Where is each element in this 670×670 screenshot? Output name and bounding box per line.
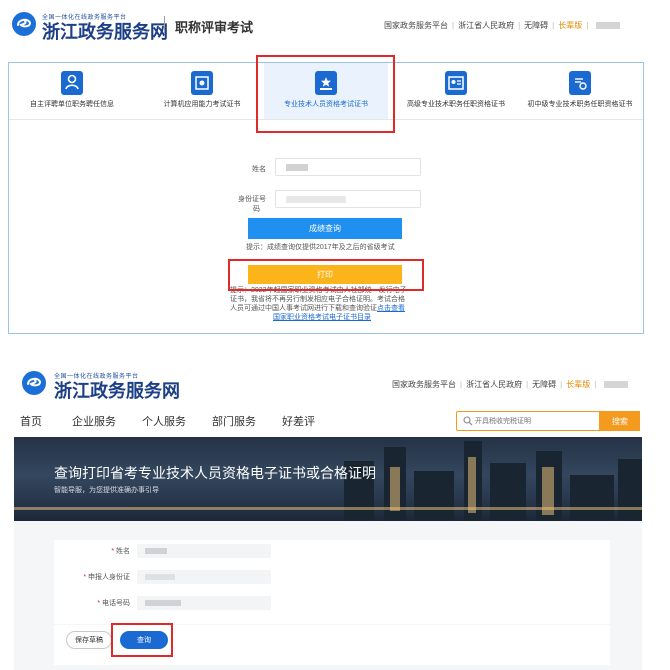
phone-label-text: 电话号码 — [102, 600, 130, 607]
banner-subtitle: 智能导服，为您提供准确办事引导 — [54, 487, 159, 494]
banner-title: 查询打印省考专业技术人员资格电子证书或合格证明 — [54, 465, 376, 481]
category-computer-cert[interactable]: 计算机应用能力考试证书 — [147, 63, 257, 119]
tip-line-4: 国家职业资格考试电子证书目录 — [273, 314, 371, 322]
name-label-text: 姓名 — [116, 548, 130, 555]
top-links: 国家政务服务平台 | 浙江省人民政府 | 无障碍 | 长辈版 | — [392, 379, 629, 390]
id-number-input[interactable] — [275, 190, 421, 208]
nav-feedback[interactable]: 好差评 — [282, 413, 315, 429]
blurred-phone — [145, 600, 181, 606]
link-provincial-government[interactable]: 浙江省人民政府 — [466, 379, 522, 390]
link-elder-mode[interactable]: 长辈版 — [566, 379, 590, 390]
name-input[interactable] — [275, 158, 421, 176]
screenshot-professional-title-exam: 全国一体化在线政务服务平台 浙江政务服务网 职称评审考试 国家政务服务平台 | … — [0, 0, 670, 335]
brand-name[interactable]: 浙江政务服务网 — [54, 377, 180, 403]
divider: | — [594, 380, 597, 389]
page-subtitle: 职称评审考试 — [175, 20, 254, 35]
page-banner: 查询打印省考专业技术人员资格电子证书或合格证明 智能导服，为您提供准确办事引导 — [14, 437, 642, 521]
id-label: * 申报人身份证 — [62, 572, 130, 582]
link-national-platform[interactable]: 国家政务服务平台 — [384, 20, 448, 31]
print-button[interactable]: 打印 — [248, 265, 402, 284]
banner-lights — [468, 457, 476, 513]
score-query-button[interactable]: 成绩查询 — [248, 218, 402, 239]
category-professional-cert[interactable]: 专业技术人员资格考试证书 — [264, 63, 388, 119]
link-national-platform[interactable]: 国家政务服务平台 — [392, 379, 456, 390]
divider: | — [526, 380, 529, 389]
save-draft-button[interactable]: 保存草稿 — [66, 631, 112, 649]
divider: | — [552, 21, 555, 30]
banner-building — [490, 463, 526, 521]
tip-line-3: 人员可通过中国人事考试网进行下载和查询验证点击查看 — [230, 305, 405, 313]
banner-building — [618, 459, 642, 521]
query-button[interactable]: 查询 — [120, 631, 168, 649]
search-button[interactable]: 搜索 — [600, 411, 640, 431]
id-label-line1: 身份证号 — [238, 196, 266, 203]
nav-department-services[interactable]: 部门服务 — [212, 413, 256, 429]
id-input[interactable] — [137, 570, 271, 584]
zhejiang-logo-icon[interactable] — [22, 371, 46, 395]
divider: | — [452, 21, 455, 30]
person-id-icon — [61, 71, 83, 95]
screenshot-certificate-query: 全国一体化在线政务服务平台 浙江政务服务网 国家政务服务平台 | 浙江省人民政府… — [0, 355, 670, 670]
search-box — [456, 411, 600, 431]
nav-home[interactable]: 首页 — [20, 413, 42, 429]
badge-document-icon — [569, 71, 591, 95]
category-junior-title[interactable]: 初中级专业技术职务任职资格证书 — [521, 63, 639, 119]
required-mark: * — [97, 600, 101, 607]
link-provincial-government[interactable]: 浙江省人民政府 — [458, 20, 514, 31]
search-icon — [463, 416, 473, 426]
blurred-name — [286, 164, 308, 171]
category-label: 初中级专业技术职务任职资格证书 — [527, 101, 633, 108]
required-mark: * — [83, 574, 87, 581]
divider: | — [560, 380, 563, 389]
zhejiang-logo-icon[interactable] — [12, 12, 36, 36]
star-card-icon — [315, 71, 337, 95]
id-label-line2: 码 — [253, 206, 260, 213]
blurred-user-info — [604, 381, 629, 388]
banner-building — [570, 475, 614, 521]
name-label: 姓名 — [252, 166, 266, 173]
name-input[interactable] — [137, 544, 271, 558]
banner-lights — [390, 467, 400, 511]
id-label-text: 申报人身份证 — [88, 574, 130, 581]
phone-label: * 电话号码 — [72, 598, 130, 608]
link-accessibility[interactable]: 无障碍 — [532, 379, 556, 390]
link-accessibility[interactable]: 无障碍 — [524, 20, 548, 31]
tip-line-2: 证书，我省将不再另行制发相应电子合格证明。考试合格 — [230, 296, 405, 303]
view-link[interactable]: 点击查看 — [377, 305, 405, 312]
category-unit-appointment[interactable]: 自主评聘单位职务聘任信息 — [17, 63, 127, 119]
category-senior-title[interactable]: 高级专业技术职务任职资格证书 — [397, 63, 515, 119]
blurred-id — [145, 574, 175, 580]
name-label: * 姓名 — [72, 546, 130, 556]
divider: | — [460, 380, 463, 389]
category-label: 专业技术人员资格考试证书 — [284, 101, 368, 108]
tip-line-1: 提示：2022年起国家职业资格考试由人社部统一发行电子 — [230, 287, 407, 294]
category-label: 计算机应用能力考试证书 — [163, 101, 241, 108]
blurred-name — [145, 548, 167, 554]
link-elder-mode[interactable]: 长辈版 — [558, 20, 582, 31]
certificate-icon — [191, 71, 213, 95]
banner-building — [414, 471, 454, 521]
category-label: 高级专业技术职务任职资格证书 — [407, 101, 505, 108]
blurred-user-info — [596, 22, 621, 29]
search-input[interactable] — [475, 414, 595, 428]
site-header: 全国一体化在线政务服务平台 浙江政务服务网 职称评审考试 国家政务服务平台 | … — [0, 0, 670, 50]
banner-lights — [14, 507, 642, 510]
top-links: 国家政务服务平台 | 浙江省人民政府 | 无障碍 | 长辈版 | — [384, 20, 621, 31]
required-mark: * — [111, 548, 115, 555]
phone-input[interactable] — [137, 596, 271, 610]
divider: | — [586, 21, 589, 30]
query-hint: 提示：成绩查询仅提供2017年及之后的省级考试 — [246, 244, 395, 251]
nav-enterprise-services[interactable]: 企业服务 — [72, 413, 116, 429]
category-label: 自主评聘单位职务聘任信息 — [30, 101, 114, 108]
tip-line-3-text: 人员可通过中国人事考试网进行下载和查询验证 — [230, 305, 377, 312]
blurred-id — [286, 196, 346, 203]
nav-personal-services[interactable]: 个人服务 — [142, 413, 186, 429]
brand-name[interactable]: 浙江政务服务网 — [42, 18, 168, 44]
divider: | — [518, 21, 521, 30]
id-card-icon — [445, 71, 467, 95]
certificate-catalog-link[interactable]: 国家职业资格考试电子证书目录 — [273, 314, 371, 321]
category-divider — [9, 119, 643, 120]
header-divider — [164, 16, 165, 34]
